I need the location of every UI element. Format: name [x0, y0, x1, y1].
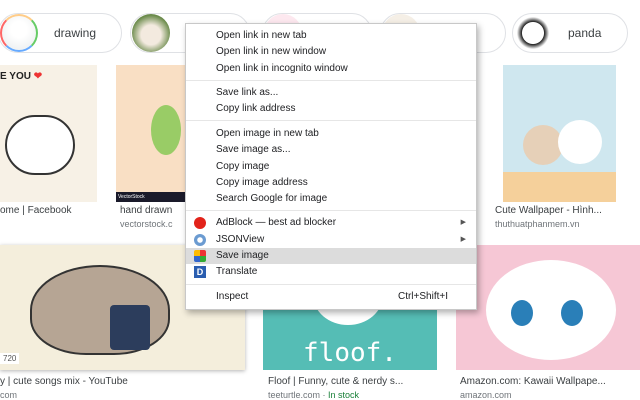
menu-inspect[interactable]: InspectCtrl+Shift+I: [186, 289, 476, 305]
context-menu: Open link in new tab Open link in new wi…: [185, 23, 477, 310]
watermark: VectorStock: [116, 192, 186, 202]
chip-label: drawing: [54, 26, 96, 40]
menu-open-link-new-tab[interactable]: Open link in new tab: [186, 28, 476, 44]
menu-separator: [186, 284, 476, 285]
menu-save-image[interactable]: Save image: [186, 248, 476, 264]
result-title[interactable]: ome | Facebook: [0, 205, 72, 216]
chip-thumbnail: [132, 14, 170, 52]
chip-thumbnail: [514, 14, 552, 52]
menu-separator: [186, 120, 476, 121]
menu-jsonview[interactable]: JSONView▶: [186, 232, 476, 248]
chip-label: panda: [568, 26, 601, 40]
result-title[interactable]: y | cute songs mix - YouTube: [0, 376, 128, 387]
video-duration: 720: [0, 353, 19, 364]
menu-translate[interactable]: DTranslate: [186, 264, 476, 280]
menu-separator: [186, 80, 476, 81]
menu-open-link-incognito[interactable]: Open link in incognito window: [186, 61, 476, 77]
result-title[interactable]: Cute Wallpaper - Hình...: [495, 205, 602, 216]
save-image-extension-icon: [194, 250, 206, 262]
menu-save-link-as[interactable]: Save link as...: [186, 85, 476, 101]
menu-open-image-new-tab[interactable]: Open image in new tab: [186, 126, 476, 142]
adblock-icon: [194, 217, 206, 229]
result-title[interactable]: Floof | Funny, cute & nerdy s...: [268, 376, 403, 387]
result-image[interactable]: [456, 245, 640, 370]
result-image[interactable]: VectorStock: [116, 65, 186, 202]
result-source[interactable]: thuthuatphanmem.vn: [495, 219, 580, 229]
chip-drawing[interactable]: drawing: [0, 13, 122, 53]
menu-separator: [186, 210, 476, 211]
result-title[interactable]: hand drawn: [120, 205, 172, 216]
menu-search-google-image[interactable]: Search Google for image: [186, 191, 476, 207]
menu-save-image-as[interactable]: Save image as...: [186, 142, 476, 158]
menu-copy-link-address[interactable]: Copy link address: [186, 101, 476, 117]
result-source[interactable]: teeturtle.com: [268, 390, 320, 400]
image-text: floof.: [263, 338, 437, 368]
image-text: E YOU: [0, 71, 31, 82]
translate-icon: D: [194, 266, 206, 278]
result-source[interactable]: vectorstock.c: [120, 219, 173, 229]
submenu-arrow-icon: ▶: [461, 232, 466, 248]
result-image[interactable]: [503, 65, 616, 202]
menu-adblock[interactable]: AdBlock — best ad blocker▶: [186, 215, 476, 231]
chip-thumbnail: [0, 14, 38, 52]
result-title[interactable]: Amazon.com: Kawaii Wallpape...: [460, 376, 606, 387]
shortcut-label: Ctrl+Shift+I: [398, 289, 448, 305]
submenu-arrow-icon: ▶: [461, 215, 466, 231]
result-image[interactable]: E YOU ❤: [0, 65, 97, 202]
menu-open-link-new-window[interactable]: Open link in new window: [186, 44, 476, 60]
jsonview-icon: [194, 234, 206, 246]
result-source[interactable]: amazon.com: [460, 390, 512, 400]
result-source[interactable]: com: [0, 390, 17, 400]
menu-copy-image-address[interactable]: Copy image address: [186, 175, 476, 191]
chip-panda[interactable]: panda: [512, 13, 628, 53]
stock-badge: In stock: [328, 390, 359, 400]
menu-copy-image[interactable]: Copy image: [186, 159, 476, 175]
